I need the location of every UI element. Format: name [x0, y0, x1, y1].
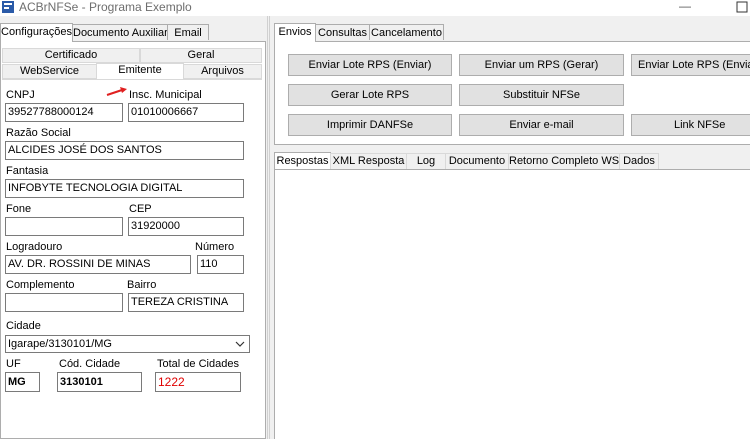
gerar-lote-button[interactable]: Gerar Lote RPS [288, 84, 452, 106]
numero-field[interactable]: 110 [197, 255, 244, 274]
chevron-down-icon[interactable] [235, 340, 245, 348]
minimize-button[interactable]: — [675, 0, 695, 14]
tab-log[interactable]: Log [406, 153, 446, 170]
cep-label: CEP [129, 203, 152, 215]
tab-cancelamento[interactable]: Cancelamento [369, 24, 444, 40]
cidade-label: Cidade [6, 320, 41, 332]
insc-municipal-field[interactable]: 01010006667 [128, 103, 244, 122]
splitter[interactable] [267, 16, 270, 439]
logradouro-label: Logradouro [6, 241, 63, 253]
app-icon [2, 1, 14, 13]
tab-divider [2, 79, 262, 80]
enviar-email-button[interactable]: Enviar e-mail [459, 114, 624, 136]
window-title: ACBrNFSe - Programa Exemplo [19, 0, 192, 14]
numero-label: Número [195, 241, 235, 253]
red-arrow-annotation [106, 87, 127, 96]
tab-consultas[interactable]: Consultas [315, 24, 370, 40]
enviar-lote-sincrono-button[interactable]: Enviar Lote RPS (EnviarS [631, 54, 750, 76]
fantasia-label: Fantasia [6, 165, 49, 177]
cep-field[interactable]: 31920000 [128, 217, 244, 236]
imprimir-danfse-button[interactable]: Imprimir DANFSe [288, 114, 452, 136]
razao-social-field[interactable]: ALCIDES JOSÉ DOS SANTOS [5, 141, 244, 160]
tab-documento[interactable]: Documento [445, 153, 509, 170]
cnpj-field[interactable]: 39527788000124 [5, 103, 123, 122]
cidade-select[interactable]: Igarape/3130101/MG [5, 335, 250, 353]
maximize-icon[interactable] [735, 0, 749, 14]
cod-cidade-field[interactable]: 3130101 [57, 372, 142, 392]
uf-field[interactable]: MG [5, 372, 40, 392]
respostas-memo[interactable] [274, 169, 750, 439]
tab-webservice[interactable]: WebService [2, 64, 97, 79]
cod-cidade-label: Cód. Cidade [59, 358, 121, 370]
bairro-field[interactable]: TEREZA CRISTINA [128, 293, 244, 312]
fone-field[interactable] [5, 217, 123, 236]
logradouro-field[interactable]: AV. DR. ROSSINI DE MINAS [5, 255, 191, 274]
enviar-lote-button[interactable]: Enviar Lote RPS (Enviar) [288, 54, 452, 76]
tab-arquivos[interactable]: Arquivos [183, 64, 262, 79]
tab-retorno-completo-ws[interactable]: Retorno Completo WS [508, 153, 620, 170]
enviar-um-rps-button[interactable]: Enviar um RPS (Gerar) [459, 54, 624, 76]
complemento-label: Complemento [6, 279, 75, 291]
tab-geral[interactable]: Geral [140, 48, 262, 63]
total-cidades-label: Total de Cidades [157, 358, 239, 370]
fone-label: Fone [6, 203, 32, 215]
complemento-field[interactable] [5, 293, 123, 312]
bairro-label: Bairro [127, 279, 157, 291]
tab-email[interactable]: Email [167, 24, 209, 40]
tab-respostas[interactable]: Respostas [274, 152, 331, 170]
tab-configuracoes[interactable]: Configurações [0, 23, 73, 42]
cnpj-label: CNPJ [6, 89, 35, 101]
tab-documento-auxiliar[interactable]: Documento Auxiliar [72, 24, 168, 40]
total-cidades-field: 1222 [155, 372, 241, 392]
tab-dados[interactable]: Dados [619, 153, 659, 170]
tab-certificado[interactable]: Certificado [2, 48, 140, 63]
substituir-nfse-button[interactable]: Substituir NFSe [459, 84, 624, 106]
razao-social-label: Razão Social [6, 127, 71, 139]
tab-xml-resposta[interactable]: XML Resposta [330, 153, 407, 170]
link-nfse-button[interactable]: Link NFSe [631, 114, 750, 136]
uf-label: UF [6, 358, 21, 370]
tab-envios[interactable]: Envios [274, 23, 316, 42]
insc-municipal-label: Insc. Municipal [129, 89, 202, 101]
fantasia-field[interactable]: INFOBYTE TECNOLOGIA DIGITAL [5, 179, 244, 198]
tab-emitente[interactable]: Emitente [96, 63, 184, 80]
